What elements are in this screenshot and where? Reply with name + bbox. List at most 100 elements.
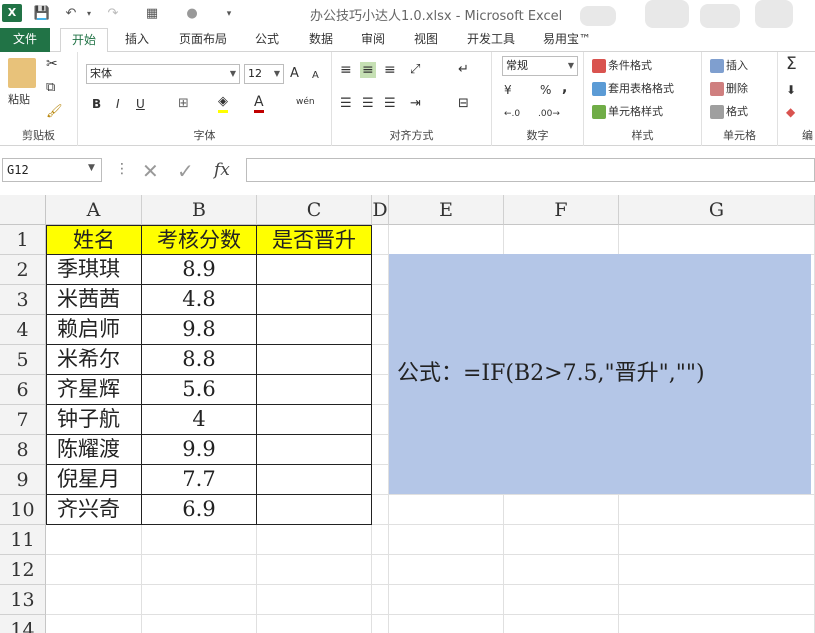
delete-cells-button[interactable]: 删除 bbox=[710, 81, 748, 97]
table-cell[interactable]: 9.8 bbox=[142, 315, 257, 345]
table-cell[interactable]: 7.7 bbox=[142, 465, 257, 495]
cell-d3[interactable] bbox=[372, 285, 389, 315]
undo-dropdown-icon[interactable]: ▾ bbox=[80, 5, 98, 23]
name-box[interactable]: G12 bbox=[2, 158, 102, 182]
customize-toolbar-icon[interactable]: ▾ bbox=[220, 5, 238, 23]
table-cell[interactable]: 8.9 bbox=[142, 255, 257, 285]
table-cell[interactable]: 倪星月 bbox=[46, 465, 142, 495]
cell-f11[interactable] bbox=[504, 525, 619, 555]
autosum-icon[interactable]: Σ bbox=[786, 56, 797, 73]
align-middle-icon[interactable]: ≡ bbox=[360, 62, 376, 78]
cell-d8[interactable] bbox=[372, 435, 389, 465]
table-cell[interactable] bbox=[257, 285, 372, 315]
bold-button[interactable]: B bbox=[92, 96, 101, 112]
font-name-select[interactable]: 宋体 ▼ bbox=[86, 64, 240, 84]
cell-g10[interactable] bbox=[619, 495, 815, 525]
redo-icon[interactable]: ↷ bbox=[104, 5, 122, 23]
cell-f12[interactable] bbox=[504, 555, 619, 585]
fill-icon[interactable]: ⬇ bbox=[786, 82, 796, 98]
tab-formulas[interactable]: 公式 bbox=[246, 28, 288, 52]
tab-insert[interactable]: 插入 bbox=[116, 28, 158, 52]
orientation-icon[interactable]: ⤢ bbox=[410, 62, 420, 78]
align-right-icon[interactable]: ☰ bbox=[384, 96, 396, 112]
cell-b12[interactable] bbox=[142, 555, 257, 585]
column-header-f[interactable]: F bbox=[504, 195, 619, 225]
cell-f10[interactable] bbox=[504, 495, 619, 525]
cell-f13[interactable] bbox=[504, 585, 619, 615]
tab-yiyongbao[interactable]: 易用宝™ bbox=[536, 28, 598, 52]
conditional-format-button[interactable]: 条件格式 bbox=[592, 58, 652, 74]
insert-function-button[interactable]: fx bbox=[214, 160, 230, 180]
row-header-12[interactable]: 12 bbox=[0, 555, 46, 585]
font-size-select[interactable]: 12 ▼ bbox=[244, 64, 284, 84]
table-cell[interactable] bbox=[257, 315, 372, 345]
paste-button[interactable]: 粘贴 bbox=[8, 92, 30, 108]
save-icon[interactable]: 💾 bbox=[33, 5, 51, 23]
cell-a13[interactable] bbox=[46, 585, 142, 615]
row-header-7[interactable]: 7 bbox=[0, 405, 46, 435]
currency-icon[interactable]: ¥ bbox=[504, 82, 512, 98]
table-cell[interactable] bbox=[257, 255, 372, 285]
insert-cells-button[interactable]: 插入 bbox=[710, 58, 748, 74]
table-cell[interactable] bbox=[257, 435, 372, 465]
cell-a12[interactable] bbox=[46, 555, 142, 585]
indent-icon[interactable]: ⇥ bbox=[410, 96, 421, 112]
increase-decimal-icon[interactable]: ←.0 bbox=[504, 106, 520, 122]
cell-d4[interactable] bbox=[372, 315, 389, 345]
decrease-decimal-icon[interactable]: .00→ bbox=[538, 106, 560, 122]
border-icon[interactable]: ⊞ bbox=[178, 96, 189, 112]
table-cell[interactable] bbox=[257, 405, 372, 435]
cell-e12[interactable] bbox=[389, 555, 504, 585]
undo-icon[interactable]: ↶ bbox=[62, 5, 80, 23]
tab-home[interactable]: 开始 bbox=[60, 28, 108, 53]
clear-icon[interactable]: ◆ bbox=[786, 104, 795, 120]
cell-f1[interactable] bbox=[504, 225, 619, 255]
table-cell[interactable]: 赖启师 bbox=[46, 315, 142, 345]
table-cell[interactable]: 4 bbox=[142, 405, 257, 435]
cell-d11[interactable] bbox=[372, 525, 389, 555]
cell-d1[interactable] bbox=[372, 225, 389, 255]
tab-file[interactable]: 文件 bbox=[0, 28, 50, 52]
table-header[interactable]: 姓名 bbox=[46, 225, 142, 255]
column-header-a[interactable]: A bbox=[46, 195, 142, 225]
table-cell[interactable] bbox=[257, 495, 372, 525]
table-cell[interactable]: 8.8 bbox=[142, 345, 257, 375]
row-header-9[interactable]: 9 bbox=[0, 465, 46, 495]
cell-c14[interactable] bbox=[257, 615, 372, 633]
row-header-3[interactable]: 3 bbox=[0, 285, 46, 315]
cell-b11[interactable] bbox=[142, 525, 257, 555]
form-icon[interactable]: ▦ bbox=[143, 5, 161, 23]
table-cell[interactable]: 9.9 bbox=[142, 435, 257, 465]
cell-styles-button[interactable]: 单元格样式 bbox=[592, 104, 663, 120]
enter-icon[interactable]: ✓ bbox=[177, 159, 194, 183]
cell-e10[interactable] bbox=[389, 495, 504, 525]
tab-review[interactable]: 审阅 bbox=[352, 28, 394, 52]
cell-f14[interactable] bbox=[504, 615, 619, 633]
tab-developer[interactable]: 开发工具 bbox=[460, 28, 522, 52]
row-header-8[interactable]: 8 bbox=[0, 435, 46, 465]
cell-c11[interactable] bbox=[257, 525, 372, 555]
format-painter-icon[interactable]: 🖌 bbox=[46, 104, 63, 120]
cell-g11[interactable] bbox=[619, 525, 815, 555]
row-header-14[interactable]: 14 bbox=[0, 615, 46, 633]
cell-b14[interactable] bbox=[142, 615, 257, 633]
table-cell[interactable] bbox=[257, 345, 372, 375]
cell-d14[interactable] bbox=[372, 615, 389, 633]
cell-d10[interactable] bbox=[372, 495, 389, 525]
cell-g14[interactable] bbox=[619, 615, 815, 633]
table-cell[interactable]: 米茜茜 bbox=[46, 285, 142, 315]
cell-e11[interactable] bbox=[389, 525, 504, 555]
cell-e14[interactable] bbox=[389, 615, 504, 633]
cell-a14[interactable] bbox=[46, 615, 142, 633]
fill-color-icon[interactable]: ◈ bbox=[218, 94, 228, 113]
column-header-e[interactable]: E bbox=[389, 195, 504, 225]
row-header-13[interactable]: 13 bbox=[0, 585, 46, 615]
cell-d2[interactable] bbox=[372, 255, 389, 285]
cell-d9[interactable] bbox=[372, 465, 389, 495]
tab-page-layout[interactable]: 页面布局 bbox=[172, 28, 234, 52]
cell-g12[interactable] bbox=[619, 555, 815, 585]
cut-icon[interactable]: ✂ bbox=[46, 56, 58, 72]
table-cell[interactable]: 齐兴奇 bbox=[46, 495, 142, 525]
format-cells-button[interactable]: 格式 bbox=[710, 104, 748, 120]
row-header-10[interactable]: 10 bbox=[0, 495, 46, 525]
